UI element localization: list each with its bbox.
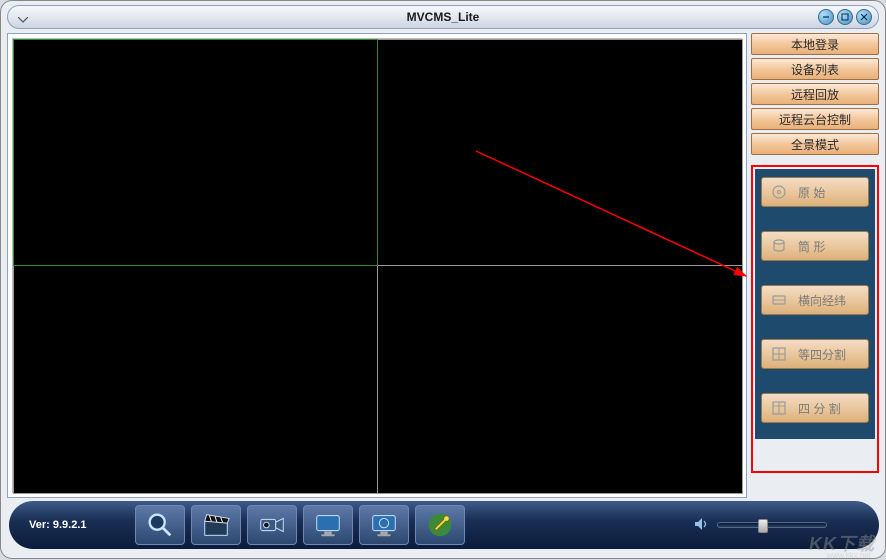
monitor-icon [313, 510, 343, 540]
sidebar-panorama-mode[interactable]: 全景模式 [751, 133, 879, 155]
video-area [7, 33, 747, 498]
speaker-icon[interactable] [693, 516, 709, 535]
close-button[interactable] [856, 9, 872, 25]
monitor2-tool-button[interactable] [359, 505, 409, 545]
sidebar-item-label: 设备列表 [791, 61, 839, 78]
panorama-equal-quad-button[interactable]: 等四分割 [761, 339, 869, 369]
volume-slider[interactable] [717, 522, 827, 528]
disc-icon [770, 183, 788, 201]
menu-dropdown-icon[interactable] [18, 12, 28, 26]
wrench-gear-icon [425, 510, 455, 540]
sidebar-item-label: 远程回放 [791, 86, 839, 103]
video-channel-1[interactable] [13, 39, 378, 266]
sidebar-item-label: 全景模式 [791, 136, 839, 153]
panorama-item-label: 四 分 割 [798, 400, 841, 417]
maximize-button[interactable] [837, 9, 853, 25]
panorama-cylinder-button[interactable]: 筒 形 [761, 231, 869, 261]
sidebar: 本地登录 设备列表 远程回放 远程云台控制 全景模式 [751, 33, 879, 158]
clapperboard-icon [201, 510, 231, 540]
settings-tool-button[interactable] [415, 505, 465, 545]
grid-quad-icon [770, 399, 788, 417]
panorama-item-label: 横向经纬 [798, 292, 846, 309]
panorama-quad-button[interactable]: 四 分 割 [761, 393, 869, 423]
search-icon [145, 510, 175, 540]
panorama-horizontal-button[interactable]: 横向经纬 [761, 285, 869, 315]
monitor-globe-icon [369, 510, 399, 540]
sidebar-device-list[interactable]: 设备列表 [751, 58, 879, 80]
panorama-panel: 原 始 筒 形 横向经纬 等四分割 四 分 割 [755, 169, 875, 439]
camcorder-icon [257, 510, 287, 540]
cylinder-icon [770, 237, 788, 255]
volume-slider-thumb[interactable] [758, 519, 768, 533]
minimize-button[interactable] [818, 9, 834, 25]
grid-equal-icon [770, 345, 788, 363]
window-title: MVCMS_Lite [407, 10, 480, 24]
panorama-item-label: 等四分割 [798, 346, 846, 363]
video-channel-3[interactable] [13, 266, 378, 494]
camera-tool-button[interactable] [247, 505, 297, 545]
record-tool-button[interactable] [191, 505, 241, 545]
bottom-toolbar: Ver: 9.9.2.1 [9, 501, 879, 549]
panorama-item-label: 筒 形 [798, 238, 825, 255]
sidebar-item-label: 本地登录 [791, 36, 839, 53]
sidebar-local-login[interactable]: 本地登录 [751, 33, 879, 55]
globe-horizontal-icon [770, 291, 788, 309]
sidebar-item-label: 远程云台控制 [779, 111, 851, 128]
monitor1-tool-button[interactable] [303, 505, 353, 545]
panorama-item-label: 原 始 [798, 184, 825, 201]
titlebar: MVCMS_Lite [7, 5, 879, 29]
sidebar-remote-ptz[interactable]: 远程云台控制 [751, 108, 879, 130]
panorama-original-button[interactable]: 原 始 [761, 177, 869, 207]
app-window: MVCMS_Lite 本地登录 设备列表 远程回放 远程云台控制 全景模式 [0, 0, 886, 559]
video-channel-2[interactable] [378, 39, 743, 266]
video-channel-4[interactable] [378, 266, 743, 494]
search-tool-button[interactable] [135, 505, 185, 545]
video-grid [12, 38, 742, 493]
version-label: Ver: 9.9.2.1 [29, 519, 87, 531]
sidebar-remote-playback[interactable]: 远程回放 [751, 83, 879, 105]
